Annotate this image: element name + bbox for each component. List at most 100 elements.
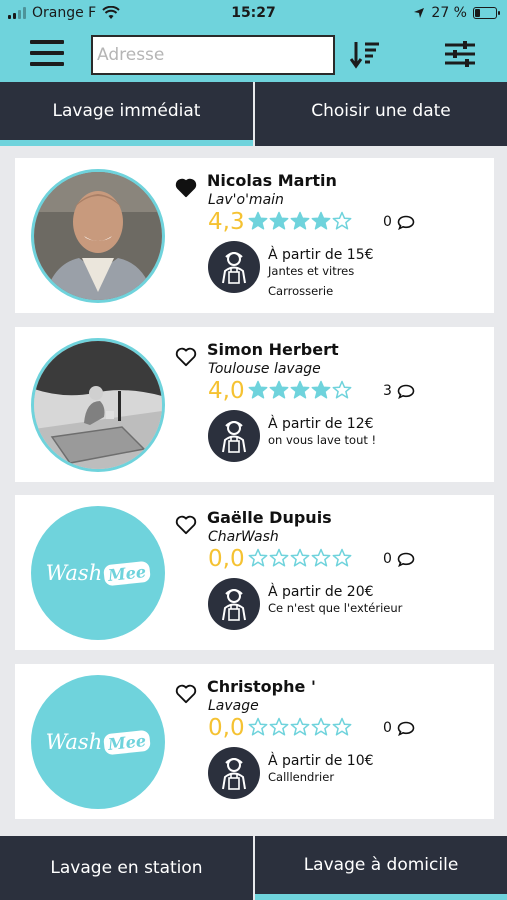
star-rating <box>248 380 352 400</box>
logo-text: Wash <box>45 730 103 754</box>
star-empty-icon <box>332 380 352 399</box>
comment-count-value: 0 <box>383 214 392 230</box>
star-filled-icon <box>269 380 289 399</box>
favorite-heart-icon[interactable] <box>175 178 197 198</box>
tab-lavage-domicile[interactable]: Lavage à domicile <box>255 836 507 900</box>
rating-value: 0,0 <box>208 715 245 741</box>
tab-lavage-station[interactable]: Lavage en station <box>0 836 253 900</box>
logo-text: Wash <box>45 561 103 585</box>
service-description-secondary: Carrosserie <box>268 284 334 298</box>
tab-label: Lavage à domicile <box>303 855 459 875</box>
tab-label: Lavage immédiat <box>52 101 201 121</box>
filter-icon[interactable] <box>443 38 477 70</box>
star-empty-icon <box>248 548 268 567</box>
status-bar: Orange F 15:27 27 % <box>0 0 507 28</box>
star-empty-icon <box>311 548 331 567</box>
menu-icon[interactable] <box>30 40 64 66</box>
star-filled-icon <box>269 211 289 230</box>
avatar <box>31 338 165 472</box>
battery-icon <box>473 7 500 19</box>
favorite-heart-icon[interactable] <box>175 684 197 704</box>
washmee-logo: Wash Mee <box>45 729 152 755</box>
star-empty-icon <box>269 548 289 567</box>
price: À partir de 20€ <box>268 584 374 600</box>
comment-bubble-icon <box>397 215 415 230</box>
battery-percent: 27 % <box>431 5 467 21</box>
comment-count[interactable]: 0 <box>383 720 415 736</box>
price: À partir de 15€ <box>268 247 374 263</box>
avatar <box>31 169 165 303</box>
comment-count[interactable]: 3 <box>383 383 415 399</box>
washer-avatar-icon <box>208 747 260 799</box>
star-empty-icon <box>332 548 352 567</box>
location-arrow-icon <box>414 8 425 18</box>
washer-name: Simon Herbert <box>207 340 339 359</box>
price: À partir de 12€ <box>268 416 374 432</box>
company-name: Toulouse lavage <box>208 361 321 377</box>
washer-avatar-icon <box>208 410 260 462</box>
star-filled-icon <box>311 211 331 230</box>
washer-name: Gaëlle Dupuis <box>207 508 332 527</box>
washer-avatar-icon <box>208 241 260 293</box>
company-name: Lav'o'main <box>208 192 284 208</box>
star-rating <box>248 717 352 737</box>
service-description: Ce n'est que l'extérieur <box>268 601 403 615</box>
star-empty-icon <box>332 717 352 736</box>
tab-choisir-date[interactable]: Choisir une date <box>255 82 507 146</box>
star-empty-icon <box>290 548 310 567</box>
washer-card[interactable]: Wash Mee Gaëlle Dupuis CharWash 0,0 0 À … <box>15 495 494 650</box>
washmee-logo: Wash Mee <box>45 560 152 586</box>
service-description: on vous lave tout ! <box>268 433 377 447</box>
app-header <box>0 28 507 82</box>
washer-card[interactable]: Nicolas Martin Lav'o'main 4,3 0 À partir… <box>15 158 494 313</box>
sort-icon[interactable] <box>350 38 382 70</box>
battery-fill <box>475 9 481 17</box>
star-empty-icon <box>332 211 352 230</box>
comment-count[interactable]: 0 <box>383 214 415 230</box>
status-right: 27 % <box>413 5 500 21</box>
avatar: Wash Mee <box>31 506 165 640</box>
star-empty-icon <box>290 717 310 736</box>
company-name: CharWash <box>208 529 279 545</box>
worker-photo-icon <box>34 341 162 469</box>
tab-lavage-immediat[interactable]: Lavage immédiat <box>0 82 253 146</box>
address-search-input[interactable] <box>91 35 335 75</box>
favorite-heart-icon[interactable] <box>175 347 197 367</box>
star-filled-icon <box>248 380 268 399</box>
man-photo-icon <box>34 172 162 300</box>
rating-value: 4,3 <box>208 209 245 235</box>
rating-value: 4,0 <box>208 378 245 404</box>
washer-name: Nicolas Martin <box>207 171 337 190</box>
logo-badge: Mee <box>103 729 152 755</box>
star-empty-icon <box>311 717 331 736</box>
star-rating <box>248 211 352 231</box>
comment-count-value: 0 <box>383 720 392 736</box>
star-filled-icon <box>290 211 310 230</box>
company-name: Lavage <box>208 698 259 714</box>
comment-count-value: 0 <box>383 551 392 567</box>
comment-count-value: 3 <box>383 383 392 399</box>
favorite-heart-icon[interactable] <box>175 515 197 535</box>
comment-bubble-icon <box>397 552 415 567</box>
star-filled-icon <box>290 380 310 399</box>
price: À partir de 10€ <box>268 753 374 769</box>
comment-bubble-icon <box>397 721 415 736</box>
tab-label: Lavage en station <box>50 858 203 878</box>
comment-count[interactable]: 0 <box>383 551 415 567</box>
service-description: Jantes et vitres <box>268 264 355 278</box>
service-description: Calllendrier <box>268 770 335 784</box>
comment-bubble-icon <box>397 384 415 399</box>
star-filled-icon <box>248 211 268 230</box>
avatar: Wash Mee <box>31 675 165 809</box>
washer-card[interactable]: Simon Herbert Toulouse lavage 4,0 3 À pa… <box>15 327 494 482</box>
rating-value: 0,0 <box>208 546 245 572</box>
washer-card[interactable]: Wash Mee Christophe ' Lavage 0,0 0 À par… <box>15 664 494 819</box>
star-rating <box>248 548 352 568</box>
star-empty-icon <box>248 717 268 736</box>
logo-badge: Mee <box>103 560 152 586</box>
star-empty-icon <box>269 717 289 736</box>
tab-label: Choisir une date <box>311 101 451 121</box>
washer-avatar-icon <box>208 578 260 630</box>
star-filled-icon <box>311 380 331 399</box>
washer-name: Christophe ' <box>207 677 316 696</box>
